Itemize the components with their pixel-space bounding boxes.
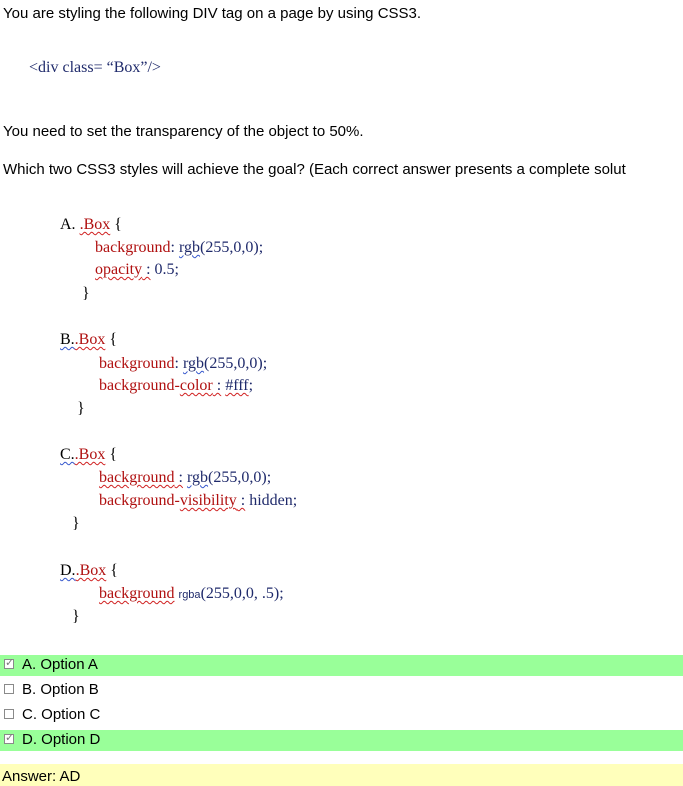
choice-b-line-2: background-color : #fff; [99, 377, 253, 395]
css-property: background [99, 469, 175, 486]
open-brace: { [110, 562, 118, 579]
css-function: rgb [182, 355, 205, 372]
css-colon: : [212, 377, 222, 394]
css-value: #fff [225, 377, 249, 394]
open-brace: { [109, 331, 118, 348]
css-property: background [99, 585, 175, 602]
choice-c-line-2: background-visibility : hidden; [99, 492, 297, 510]
choice-b-line-1: background: rgb(255,0,0); [99, 355, 267, 373]
css-colon: : [174, 469, 183, 486]
question-prompt: Which two CSS3 styles will achieve the g… [3, 161, 626, 178]
choice-d-header: D..Box { [60, 562, 118, 580]
check-icon: ✓ [5, 656, 15, 669]
option-b-label: B. Option B [22, 681, 99, 698]
answer-text: Answer: AD [2, 768, 81, 785]
option-b-checkbox[interactable] [4, 684, 14, 694]
css-property-tail: color [179, 377, 213, 394]
choice-selector: .Box [74, 331, 106, 348]
choice-letter: B. [60, 331, 75, 348]
option-c-row[interactable]: C. Option C [0, 705, 683, 726]
choice-b-header: B..Box { [60, 331, 117, 349]
css-property: background [95, 239, 171, 256]
choice-letter: D. [60, 562, 76, 579]
close-brace: } [77, 400, 85, 417]
css-property: background- [99, 377, 180, 394]
check-icon: ✓ [5, 731, 15, 744]
css-value: 0.5; [154, 261, 179, 278]
css-function: rgb [178, 239, 201, 256]
css-value: (255,0,0); [200, 239, 264, 256]
choice-selector: .Box [75, 562, 107, 579]
option-c-label: C. Option C [22, 706, 101, 723]
choice-d-line-1: background rgba(255,0,0, .5); [99, 585, 284, 603]
choice-selector: .Box [79, 216, 111, 233]
answer-bar: Answer: AD [0, 764, 683, 786]
question-requirement: You need to set the transparency of the … [3, 123, 364, 140]
option-a-checkbox[interactable]: ✓ [4, 656, 15, 669]
choice-letter: A. [60, 216, 76, 233]
option-a-row[interactable]: ✓ A. Option A [0, 655, 683, 676]
question-intro: You are styling the following DIV tag on… [3, 5, 422, 22]
css-property: opacity [95, 261, 143, 278]
css-function: rgb [186, 469, 209, 486]
choice-c-line-1: background : rgb(255,0,0); [99, 469, 271, 487]
option-b-row[interactable]: B. Option B [0, 680, 683, 701]
css-colon: : [142, 261, 151, 278]
css-semicolon: ; [248, 377, 254, 394]
option-d-checkbox[interactable]: ✓ [4, 731, 15, 744]
css-property: background [99, 355, 175, 372]
choice-a-line-1: background: rgb(255,0,0); [95, 239, 263, 257]
close-brace: } [82, 285, 90, 302]
css-colon: : [170, 239, 175, 256]
open-brace: { [114, 216, 122, 233]
css-value: (255,0,0); [208, 469, 272, 486]
choice-selector: .Box [74, 446, 106, 463]
option-d-row[interactable]: ✓ D. Option D [0, 730, 683, 751]
option-c-checkbox[interactable] [4, 709, 14, 719]
close-brace: } [72, 515, 80, 532]
css-property: background- [99, 492, 180, 509]
css-value: (255,0,0, .5); [200, 585, 284, 602]
choice-c-header: C..Box { [60, 446, 117, 464]
css-colon: : [174, 355, 179, 372]
close-brace: } [72, 608, 80, 625]
option-a-label: A. Option A [22, 656, 98, 673]
choice-a-line-2: opacity : 0.5; [95, 261, 179, 279]
option-d-label: D. Option D [22, 731, 101, 748]
css-value: (255,0,0); [204, 355, 268, 372]
code-example: <div class= “Box”/> [29, 59, 161, 76]
css-function: rgba [178, 589, 201, 601]
choice-letter: C. [60, 446, 75, 463]
css-colon: : [236, 492, 246, 509]
choice-a-header: A. .Box { [60, 216, 122, 234]
open-brace: { [109, 446, 118, 463]
css-property-tail: visibility [179, 492, 237, 509]
css-value: hidden; [249, 492, 298, 509]
